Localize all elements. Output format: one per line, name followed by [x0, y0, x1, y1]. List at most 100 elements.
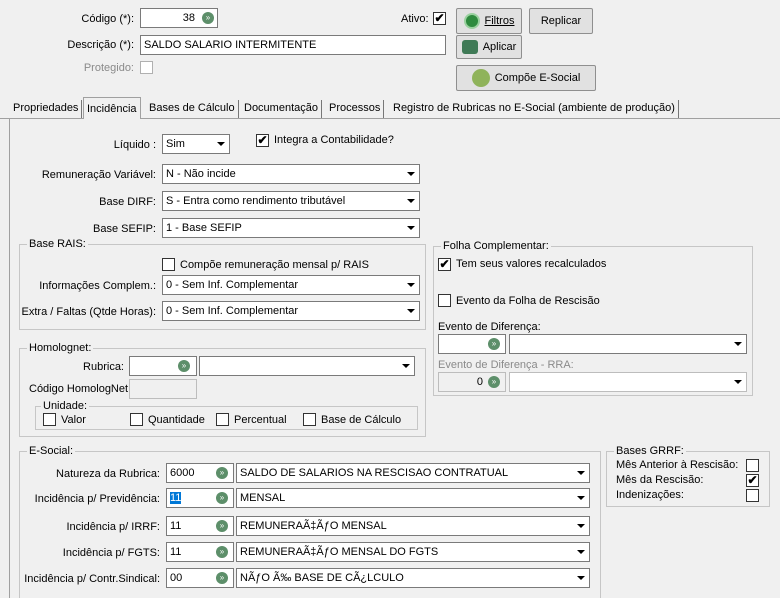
- rais-extra-label: Extra / Faltas (Qtde Horas):: [21, 306, 156, 318]
- homolognet-codigo-input[interactable]: [129, 379, 197, 399]
- quantidade-label: Quantidade: [148, 414, 205, 426]
- irrf-lookup-icon[interactable]: »: [216, 520, 228, 532]
- rais-extra-select[interactable]: 0 - Sem Inf. Complementar: [162, 301, 420, 321]
- natureza-lookup-icon[interactable]: »: [216, 467, 228, 479]
- chevron-down-icon: [573, 465, 588, 481]
- base-calculo-checkbox[interactable]: [303, 413, 316, 426]
- chevron-down-icon: [403, 193, 418, 209]
- chevron-down-icon: [573, 518, 588, 534]
- chevron-down-icon: [403, 166, 418, 182]
- tab-incidencia[interactable]: Incidência: [83, 97, 141, 119]
- integra-checkbox[interactable]: ✔: [256, 134, 269, 147]
- chevron-down-icon: [730, 374, 745, 390]
- previdencia-label: Incidência p/ Previdência:: [34, 493, 160, 505]
- aplicar-label: Aplicar: [482, 41, 517, 53]
- tab-processos[interactable]: Processos: [326, 100, 385, 118]
- fgts-lookup-icon[interactable]: »: [216, 546, 228, 558]
- chevron-down-icon: [573, 570, 588, 586]
- folha-diferenca-label: Evento de Diferença:: [438, 321, 541, 333]
- tab-propriedades[interactable]: Propriedades: [10, 100, 83, 118]
- sefip-select[interactable]: 1 - Base SEFIP: [162, 218, 420, 238]
- filtros-label: Filtros: [484, 15, 515, 27]
- rais-compoe-label: Compõe remuneração mensal p/ RAIS: [180, 259, 369, 271]
- grrf-mes-label: Mês da Rescisão:: [616, 474, 704, 486]
- liquido-select[interactable]: Sim: [162, 134, 230, 154]
- ativo-label: Ativo:: [401, 13, 429, 25]
- chevron-down-icon: [403, 303, 418, 319]
- homolognet-lookup-icon[interactable]: »: [178, 360, 190, 372]
- green-circle-icon: [463, 13, 480, 29]
- protegido-checkbox[interactable]: [140, 61, 153, 74]
- homolognet-rubrica-label: Rubrica:: [83, 361, 124, 373]
- chevron-down-icon: [213, 136, 228, 152]
- tab-bases-de-calculo[interactable]: Bases de Cálculo: [146, 100, 239, 118]
- folha-diferenca-lookup-icon[interactable]: »: [488, 338, 500, 350]
- previdencia-select[interactable]: MENSAL: [236, 488, 590, 508]
- previdencia-lookup-icon[interactable]: »: [216, 492, 228, 504]
- folha-rra-label: Evento de Diferença - RRA:: [438, 359, 574, 371]
- rais-title: Base RAIS:: [27, 238, 88, 250]
- grrf-title: Bases GRRF:: [614, 445, 686, 457]
- grrf-indenizacoes-label: Indenizações:: [616, 489, 684, 501]
- grrf-indenizacoes-checkbox[interactable]: [746, 489, 759, 502]
- remuneracao-select[interactable]: N - Não incide: [162, 164, 420, 184]
- chevron-down-icon: [403, 220, 418, 236]
- grrf-anterior-label: Mês Anterior à Rescisão:: [616, 459, 739, 471]
- codigo-lookup-icon[interactable]: »: [202, 12, 214, 24]
- homolognet-rubrica-select[interactable]: [199, 356, 415, 376]
- quantidade-checkbox[interactable]: [130, 413, 143, 426]
- descricao-value: SALDO SALARIO INTERMITENTE: [144, 39, 317, 51]
- dirf-label: Base DIRF:: [99, 196, 156, 208]
- esocial-icon: [471, 69, 490, 87]
- fgts-select[interactable]: REMUNERAÃ‡ÃƒO MENSAL DO FGTS: [236, 542, 590, 562]
- compoe-esocial-label: Compõe E-Social: [494, 72, 581, 84]
- homolognet-codigo-label: Código HomologNet: [29, 383, 129, 395]
- chevron-down-icon: [398, 358, 413, 374]
- descricao-label: Descrição (*):: [67, 39, 134, 51]
- irrf-select[interactable]: REMUNERAÃ‡ÃƒO MENSAL: [236, 516, 590, 536]
- percentual-checkbox[interactable]: [216, 413, 229, 426]
- rais-info-select[interactable]: 0 - Sem Inf. Complementar: [162, 275, 420, 295]
- codigo-label: Código (*):: [81, 13, 134, 25]
- grrf-mes-checkbox[interactable]: ✔: [746, 474, 759, 487]
- rais-info-label: Informações Complem.:: [39, 280, 156, 292]
- unidade-title: Unidade:: [41, 400, 90, 412]
- tab-documentacao[interactable]: Documentação: [241, 100, 322, 118]
- chevron-down-icon: [403, 277, 418, 293]
- protegido-label: Protegido:: [83, 62, 134, 74]
- liquido-label: Líquido :: [113, 139, 156, 151]
- integra-label: Integra a Contabilidade?: [274, 134, 394, 146]
- codigo-value: 38: [182, 12, 195, 24]
- sindical-lookup-icon[interactable]: »: [216, 572, 228, 584]
- chevron-down-icon: [730, 336, 745, 352]
- tab-registro-rubricas[interactable]: Registro de Rubricas no E-Social (ambien…: [390, 100, 679, 118]
- folha-rra-lookup-icon[interactable]: »: [488, 376, 500, 388]
- irrf-label: Incidência p/ IRRF:: [66, 521, 160, 533]
- filtros-button[interactable]: Filtros: [456, 8, 522, 34]
- percentual-label: Percentual: [234, 414, 287, 426]
- folha-recalc-label: Tem seus valores recalculados: [456, 258, 607, 270]
- folha-rescisao-checkbox[interactable]: [438, 294, 451, 307]
- aplicar-button[interactable]: Aplicar: [456, 35, 522, 59]
- folha-diferenca-select[interactable]: [509, 334, 747, 354]
- descricao-input[interactable]: SALDO SALARIO INTERMITENTE: [140, 35, 446, 55]
- grrf-anterior-checkbox[interactable]: [746, 459, 759, 472]
- replicar-button[interactable]: Replicar: [529, 8, 593, 34]
- natureza-select[interactable]: SALDO DE SALARIOS NA RESCISAO CONTRATUAL: [236, 463, 590, 483]
- valor-checkbox[interactable]: [43, 413, 56, 426]
- sindical-label: Incidência p/ Contr.Sindical:: [24, 573, 160, 585]
- homolognet-title: Homolognet:: [27, 342, 94, 354]
- valor-label: Valor: [61, 414, 86, 426]
- sindical-select[interactable]: NÃƒO Ã‰ BASE DE CÃ¿LCULO: [236, 568, 590, 588]
- rais-compoe-checkbox[interactable]: [162, 258, 175, 271]
- fgts-label: Incidência p/ FGTS:: [62, 547, 160, 559]
- apply-icon: [461, 40, 478, 54]
- chevron-down-icon: [573, 490, 588, 506]
- chevron-down-icon: [573, 544, 588, 560]
- compoe-esocial-button[interactable]: Compõe E-Social: [456, 65, 596, 91]
- folha-recalc-checkbox[interactable]: ✔: [438, 258, 451, 271]
- folha-rra-select[interactable]: [509, 372, 747, 392]
- ativo-checkbox[interactable]: ✔: [433, 12, 446, 25]
- replicar-label: Replicar: [540, 15, 582, 27]
- dirf-select[interactable]: S - Entra como rendimento tributável: [162, 191, 420, 211]
